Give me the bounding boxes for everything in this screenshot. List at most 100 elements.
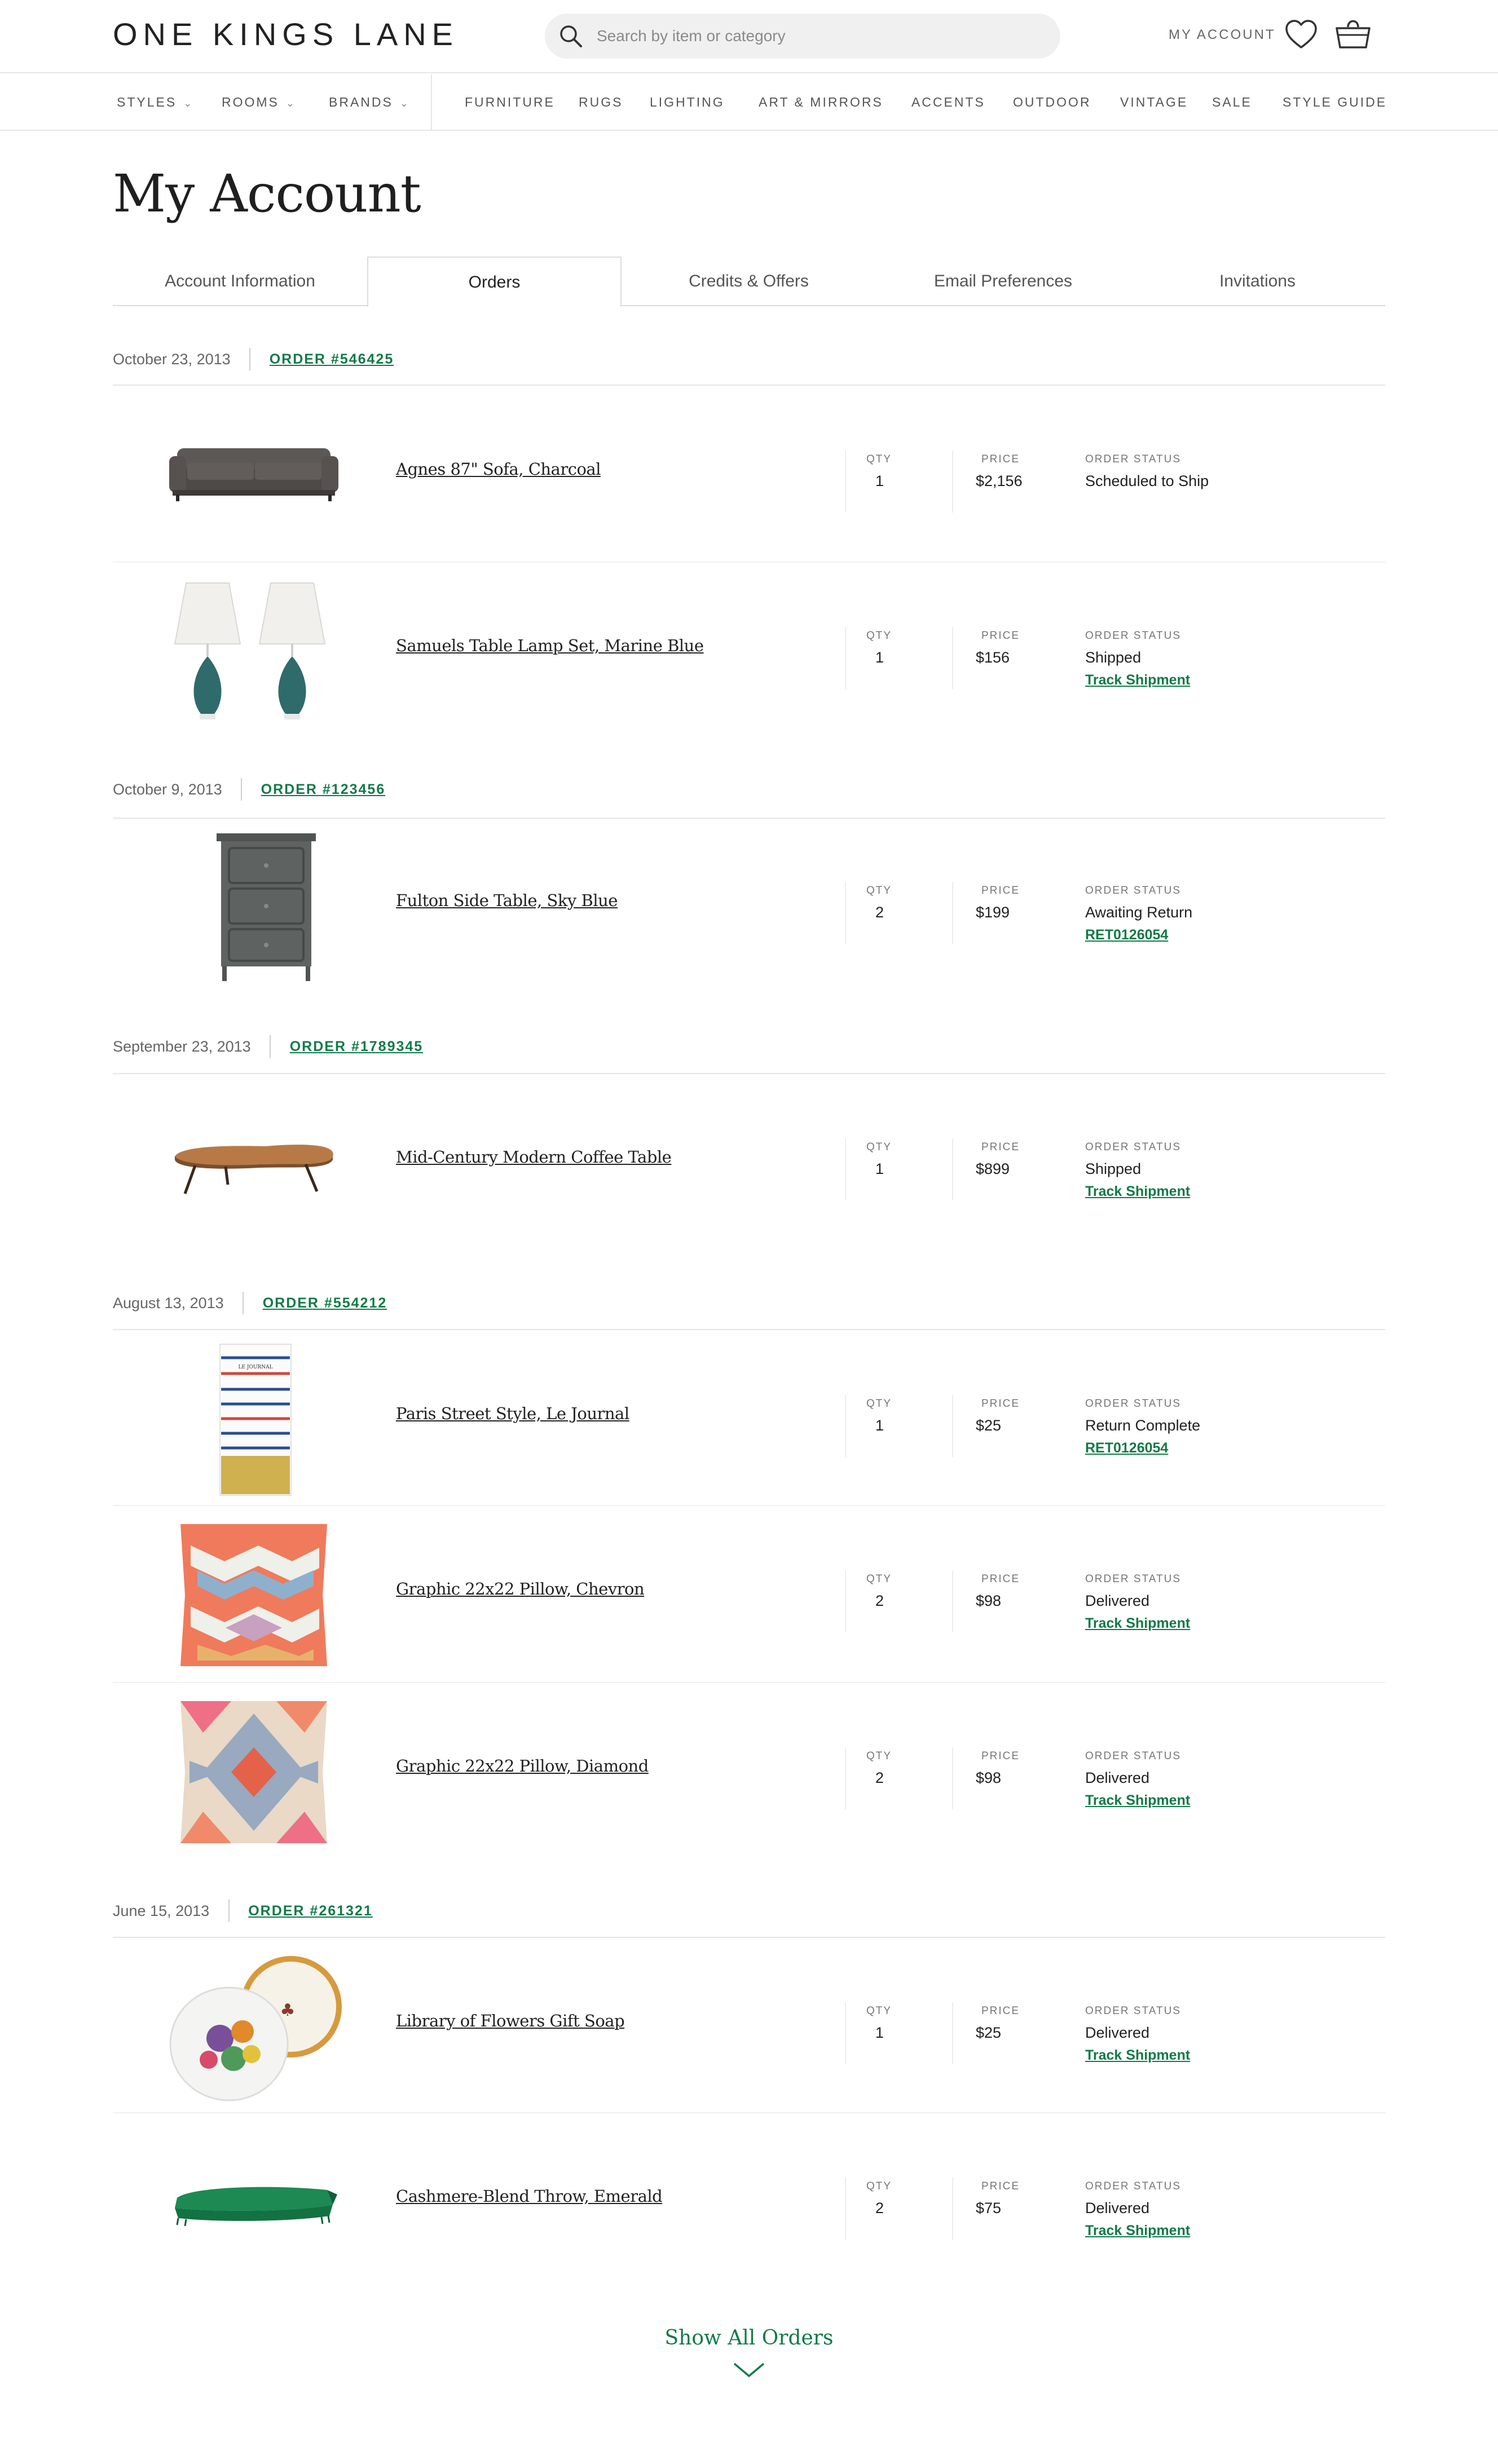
track-shipment-link[interactable]: Track Shipment	[1085, 672, 1190, 688]
nav-styles[interactable]: STYLES ⌄	[117, 95, 193, 110]
nav-style-guide[interactable]: STYLE GUIDE	[1283, 95, 1387, 110]
order-header: October 9, 2013 ORDER #123456	[113, 778, 385, 801]
product-image-throw[interactable]	[158, 2123, 350, 2281]
order-item: Graphic 22x22 Pillow, Chevron QTY 2 PRIC…	[113, 1507, 1385, 1683]
product-name-link[interactable]: Paris Street Style, Le Journal	[396, 1404, 629, 1423]
order-header-separator	[249, 348, 251, 370]
order-header-separator	[228, 1900, 230, 1922]
product-image-lamps[interactable]	[158, 573, 350, 731]
track-shipment-link[interactable]: Track Shipment	[1085, 1792, 1190, 1809]
tab-account-information[interactable]: Account Information	[113, 257, 367, 306]
price-label: PRICE	[981, 1398, 1020, 1410]
qty-value: 1	[875, 2024, 884, 2041]
item-divider	[113, 1505, 1385, 1506]
search-input[interactable]	[597, 24, 1037, 48]
column-divider	[952, 2178, 953, 2240]
tab-email-preferences[interactable]: Email Preferences	[876, 257, 1130, 306]
column-divider	[952, 1138, 953, 1200]
product-name-link[interactable]: Library of Flowers Gift Soap	[396, 2011, 625, 2030]
product-image-side-table[interactable]	[158, 828, 350, 986]
order-status-value: Scheduled to Ship	[1085, 473, 1209, 489]
qty-value: 1	[875, 473, 884, 489]
product-image-pillow-diamond[interactable]	[158, 1693, 350, 1851]
qty-value: 2	[875, 2200, 884, 2216]
product-name-link[interactable]: Samuels Table Lamp Set, Marine Blue	[396, 636, 704, 655]
column-divider	[845, 2002, 846, 2064]
order-date: October 9, 2013	[113, 780, 222, 798]
order-header: June 15, 2013 ORDER #261321	[113, 1900, 373, 1922]
nav-brands[interactable]: BRANDS ⌄	[329, 95, 410, 110]
tab-orders[interactable]: Orders	[367, 257, 622, 307]
nav-art-mirrors[interactable]: ART & MIRRORS	[759, 95, 883, 110]
order-date: October 23, 2013	[113, 350, 231, 368]
order-item: Agnes 87" Sofa, Charcoal QTY 1 PRICE $2,…	[113, 387, 1385, 563]
order-divider	[113, 385, 1385, 386]
return-number-link[interactable]: RET0126054	[1085, 927, 1168, 943]
product-name-link[interactable]: Mid-Century Modern Coffee Table	[396, 1147, 672, 1167]
basket-icon[interactable]	[1334, 17, 1372, 51]
product-image-coffee-table[interactable]	[158, 1084, 350, 1242]
order-status-label: ORDER STATUS	[1085, 453, 1182, 465]
order-status-value: Shipped	[1085, 1160, 1142, 1177]
product-name-link[interactable]: Agnes 87" Sofa, Charcoal	[396, 460, 601, 479]
order-status-value: Delivered	[1085, 1592, 1150, 1609]
order-status-label: ORDER STATUS	[1085, 1141, 1182, 1153]
price-value: $2,156	[976, 473, 1023, 489]
site-logo[interactable]: ONE KINGS LANE	[113, 16, 459, 52]
product-name-link[interactable]: Graphic 22x22 Pillow, Diamond	[396, 1756, 649, 1776]
nav-sale[interactable]: SALE	[1212, 95, 1252, 110]
qty-label: QTY	[866, 1398, 892, 1410]
chevron-down-icon[interactable]	[732, 2361, 766, 2378]
product-image-sofa[interactable]	[158, 396, 350, 554]
heart-icon[interactable]	[1285, 19, 1318, 50]
order-header-separator	[241, 778, 243, 801]
return-number-link[interactable]: RET0126054	[1085, 1440, 1168, 1456]
order-item: Mid-Century Modern Coffee Table QTY 1 PR…	[113, 1075, 1385, 1251]
track-shipment-link[interactable]: Track Shipment	[1085, 2047, 1190, 2064]
nav-vintage[interactable]: VINTAGE	[1120, 95, 1188, 110]
track-shipment-link[interactable]: Track Shipment	[1085, 1184, 1190, 1200]
qty-value: 1	[875, 1417, 884, 1434]
nav-outdoor[interactable]: OUTDOOR	[1013, 95, 1091, 110]
svg-text:♣: ♣	[280, 2001, 296, 2020]
nav-furniture[interactable]: FURNITURE	[465, 95, 555, 110]
product-image-journal[interactable]: LE JOURNAL	[158, 1341, 350, 1499]
column-divider	[952, 627, 953, 689]
qty-value: 2	[875, 904, 884, 921]
order-date: June 15, 2013	[113, 1902, 210, 1919]
search-bar[interactable]	[545, 14, 1060, 59]
account-tabs: Account Information Orders Credits & Off…	[113, 257, 1385, 307]
qty-label: QTY	[866, 630, 892, 642]
nav-accents[interactable]: ACCENTS	[911, 95, 985, 110]
show-all-orders-link[interactable]: Show All Orders	[0, 2326, 1498, 2350]
product-image-soap[interactable]: ♣	[158, 1948, 350, 2106]
order-number-link[interactable]: ORDER #546425	[270, 351, 394, 368]
product-name-link[interactable]: Graphic 22x22 Pillow, Chevron	[396, 1579, 645, 1598]
price-value: $75	[976, 2200, 1002, 2216]
track-shipment-link[interactable]: Track Shipment	[1085, 1615, 1190, 1632]
product-name-link[interactable]: Fulton Side Table, Sky Blue	[396, 891, 618, 910]
qty-label: QTY	[866, 1141, 892, 1153]
tab-credits-offers[interactable]: Credits & Offers	[622, 257, 876, 306]
nav-rugs[interactable]: RUGS	[579, 95, 623, 110]
nav-lighting[interactable]: LIGHTING	[650, 95, 725, 110]
main-nav: STYLES ⌄ ROOMS ⌄ BRANDS ⌄ FURNITURE RUGS LI…	[0, 74, 1498, 131]
order-number-link[interactable]: ORDER #1789345	[290, 1039, 423, 1055]
search-icon[interactable]	[557, 23, 584, 50]
column-divider	[845, 1747, 846, 1809]
price-value: $25	[976, 1417, 1002, 1434]
my-account-link[interactable]: MY ACCOUNT	[1169, 27, 1276, 43]
qty-value: 2	[875, 1592, 884, 1609]
order-number-link[interactable]: ORDER #554212	[263, 1295, 387, 1312]
order-item: Graphic 22x22 Pillow, Diamond QTY 2 PRIC…	[113, 1684, 1385, 1860]
product-image-pillow-chevron[interactable]	[158, 1516, 350, 1674]
order-number-link[interactable]: ORDER #261321	[248, 1903, 373, 1919]
order-number-link[interactable]: ORDER #123456	[261, 781, 386, 798]
track-shipment-link[interactable]: Track Shipment	[1085, 2223, 1190, 2239]
qty-value: 1	[875, 1160, 884, 1177]
order-status-value: Delivered	[1085, 1769, 1150, 1786]
column-divider	[952, 1747, 953, 1809]
tab-invitations[interactable]: Invitations	[1130, 257, 1385, 306]
product-name-link[interactable]: Cashmere-Blend Throw, Emerald	[396, 2187, 663, 2206]
nav-rooms[interactable]: ROOMS ⌄	[222, 95, 296, 110]
